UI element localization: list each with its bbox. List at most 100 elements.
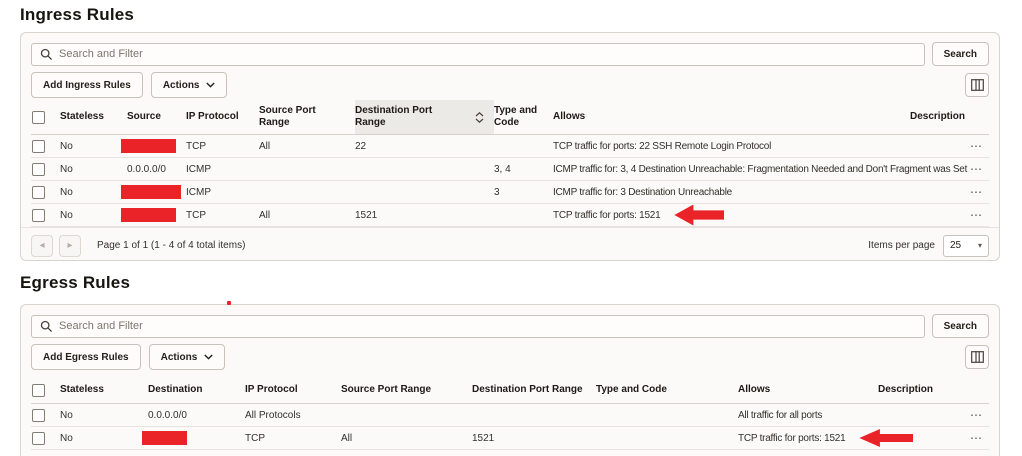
col-header-source-port-range: Source Port Range: [259, 105, 355, 130]
cell-destination-port-range: 22: [355, 141, 494, 152]
cell-allows: TCP traffic for ports: 22 SSH Remote Log…: [553, 141, 910, 152]
cell-destination: [148, 431, 245, 445]
add-ingress-rules-button[interactable]: Add Ingress Rules: [31, 72, 143, 98]
cell-stateless: No: [60, 141, 127, 152]
ingress-actions-label: Actions: [163, 80, 200, 91]
select-caret-icon: ▾: [978, 241, 982, 250]
select-all-checkbox[interactable]: [32, 384, 45, 397]
add-egress-rules-button[interactable]: Add Egress Rules: [31, 344, 141, 370]
egress-search-wrap: [31, 315, 925, 338]
cell-stateless: No: [60, 410, 148, 421]
table-row: No 0.0.0.0/0 All Protocols All traffic f…: [31, 404, 989, 427]
previous-page-button[interactable]: ◂: [31, 235, 53, 257]
egress-actions-button[interactable]: Actions: [149, 344, 226, 370]
row-actions-menu-icon[interactable]: ⋯: [970, 409, 983, 421]
row-actions-menu-icon[interactable]: ⋯: [970, 432, 983, 444]
ingress-search-button[interactable]: Search: [932, 42, 989, 66]
items-per-page-value: 25: [950, 240, 961, 251]
ingress-actions-row: Add Ingress Rules Actions: [21, 72, 999, 100]
egress-select-all-cell: [31, 384, 60, 397]
cell-select: [31, 140, 60, 153]
col-header-destination-port-range[interactable]: Destination Port Range: [355, 100, 494, 134]
pagination-status: Page 1 of 1 (1 - 4 of 4 total items): [97, 240, 245, 251]
egress-actions-label: Actions: [161, 352, 198, 363]
cell-source: [127, 139, 186, 153]
cell-select: [31, 409, 60, 422]
allows-text: TCP traffic for ports: 1521: [553, 210, 660, 221]
egress-rules-table: Stateless Destination IP Protocol Source…: [31, 378, 989, 450]
redaction-box: [121, 139, 176, 153]
cell-allows: All traffic for all ports: [738, 410, 878, 421]
cell-source-port-range: All: [259, 141, 355, 152]
cell-actions: ⋯: [910, 186, 989, 198]
cell-type-and-code: 3, 4: [494, 164, 553, 175]
cell-destination-port-range: 1521: [472, 433, 596, 444]
col-header-source: Source: [127, 111, 186, 124]
cell-allows: ICMP traffic for: 3 Destination Unreacha…: [553, 187, 910, 198]
cell-ip-protocol: ICMP: [186, 187, 259, 198]
col-header-allows: Allows: [738, 384, 878, 397]
cell-select: [31, 432, 60, 445]
annotation-arrow-icon: [674, 205, 724, 226]
sort-icon: [475, 112, 484, 123]
search-icon: [40, 320, 53, 333]
row-checkbox[interactable]: [32, 140, 45, 153]
egress-search-button[interactable]: Search: [932, 314, 989, 338]
row-checkbox[interactable]: [32, 186, 45, 199]
table-row: No TCP All 22 TCP traffic for ports: 22 …: [31, 135, 989, 158]
cell-ip-protocol: All Protocols: [245, 410, 341, 421]
col-header-stateless: Stateless: [60, 111, 127, 124]
row-actions-menu-icon[interactable]: ⋯: [970, 140, 983, 152]
row-checkbox[interactable]: [32, 432, 45, 445]
col-header-description: Description: [910, 111, 989, 124]
cell-allows: TCP traffic for ports: 1521: [553, 205, 910, 226]
ingress-search-input[interactable]: [31, 43, 925, 66]
col-header-allows: Allows: [553, 111, 910, 124]
egress-rules-panel: Search Add Egress Rules Actions Stateles…: [20, 304, 1000, 456]
ingress-select-all-cell: [31, 111, 60, 124]
chevron-down-icon: [206, 82, 215, 88]
allows-text: TCP traffic for ports: 1521: [738, 433, 845, 444]
row-checkbox[interactable]: [32, 409, 45, 422]
table-row: No 0.0.0.0/0 ICMP 3, 4 ICMP traffic for:…: [31, 158, 989, 181]
items-per-page: Items per page 25 ▾: [868, 235, 989, 257]
col-header-description: Description: [878, 384, 989, 397]
egress-search-toolbar: Search: [21, 305, 999, 344]
cell-destination: 0.0.0.0/0: [148, 410, 245, 421]
sorted-column-label: Destination Port Range: [355, 105, 451, 130]
row-checkbox[interactable]: [32, 163, 45, 176]
allows-text: ICMP traffic for: 3, 4 Destination Unrea…: [553, 164, 967, 175]
col-header-type-and-code: Type and Code: [596, 384, 738, 397]
allows-text: All traffic for all ports: [738, 410, 822, 421]
ingress-pagination: ◂ ▸ Page 1 of 1 (1 - 4 of 4 total items)…: [21, 227, 999, 263]
row-actions-menu-icon[interactable]: ⋯: [970, 163, 983, 175]
next-page-button[interactable]: ▸: [59, 235, 81, 257]
col-header-ip-protocol: IP Protocol: [245, 384, 341, 397]
egress-rules-title: Egress Rules: [20, 273, 130, 293]
egress-table-header: Stateless Destination IP Protocol Source…: [31, 378, 989, 404]
ingress-actions-button[interactable]: Actions: [151, 72, 228, 98]
cell-allows: ICMP traffic for: 3, 4 Destination Unrea…: [553, 164, 910, 175]
cell-stateless: No: [60, 187, 127, 198]
allows-text: TCP traffic for ports: 22 SSH Remote Log…: [553, 141, 771, 152]
row-actions-menu-icon[interactable]: ⋯: [970, 209, 983, 221]
allows-text: ICMP traffic for: 3 Destination Unreacha…: [553, 187, 732, 198]
cell-stateless: No: [60, 164, 127, 175]
ingress-column-settings-button[interactable]: [965, 73, 989, 97]
cell-select: [31, 209, 60, 222]
egress-column-settings-button[interactable]: [965, 345, 989, 369]
cell-type-and-code: 3: [494, 187, 553, 198]
col-header-ip-protocol: IP Protocol: [186, 111, 259, 124]
cell-ip-protocol: TCP: [186, 141, 259, 152]
egress-search-input[interactable]: [31, 315, 925, 338]
cell-allows: TCP traffic for ports: 1521: [738, 429, 878, 447]
items-per-page-select[interactable]: 25 ▾: [943, 235, 989, 257]
select-all-checkbox[interactable]: [32, 111, 45, 124]
ingress-rules-table: Stateless Source IP Protocol Source Port…: [31, 100, 989, 227]
cell-ip-protocol: ICMP: [186, 164, 259, 175]
cell-actions: ⋯: [910, 209, 989, 221]
row-actions-menu-icon[interactable]: ⋯: [970, 186, 983, 198]
cell-actions: ⋯: [910, 140, 989, 152]
row-checkbox[interactable]: [32, 209, 45, 222]
cell-ip-protocol: TCP: [186, 210, 259, 221]
